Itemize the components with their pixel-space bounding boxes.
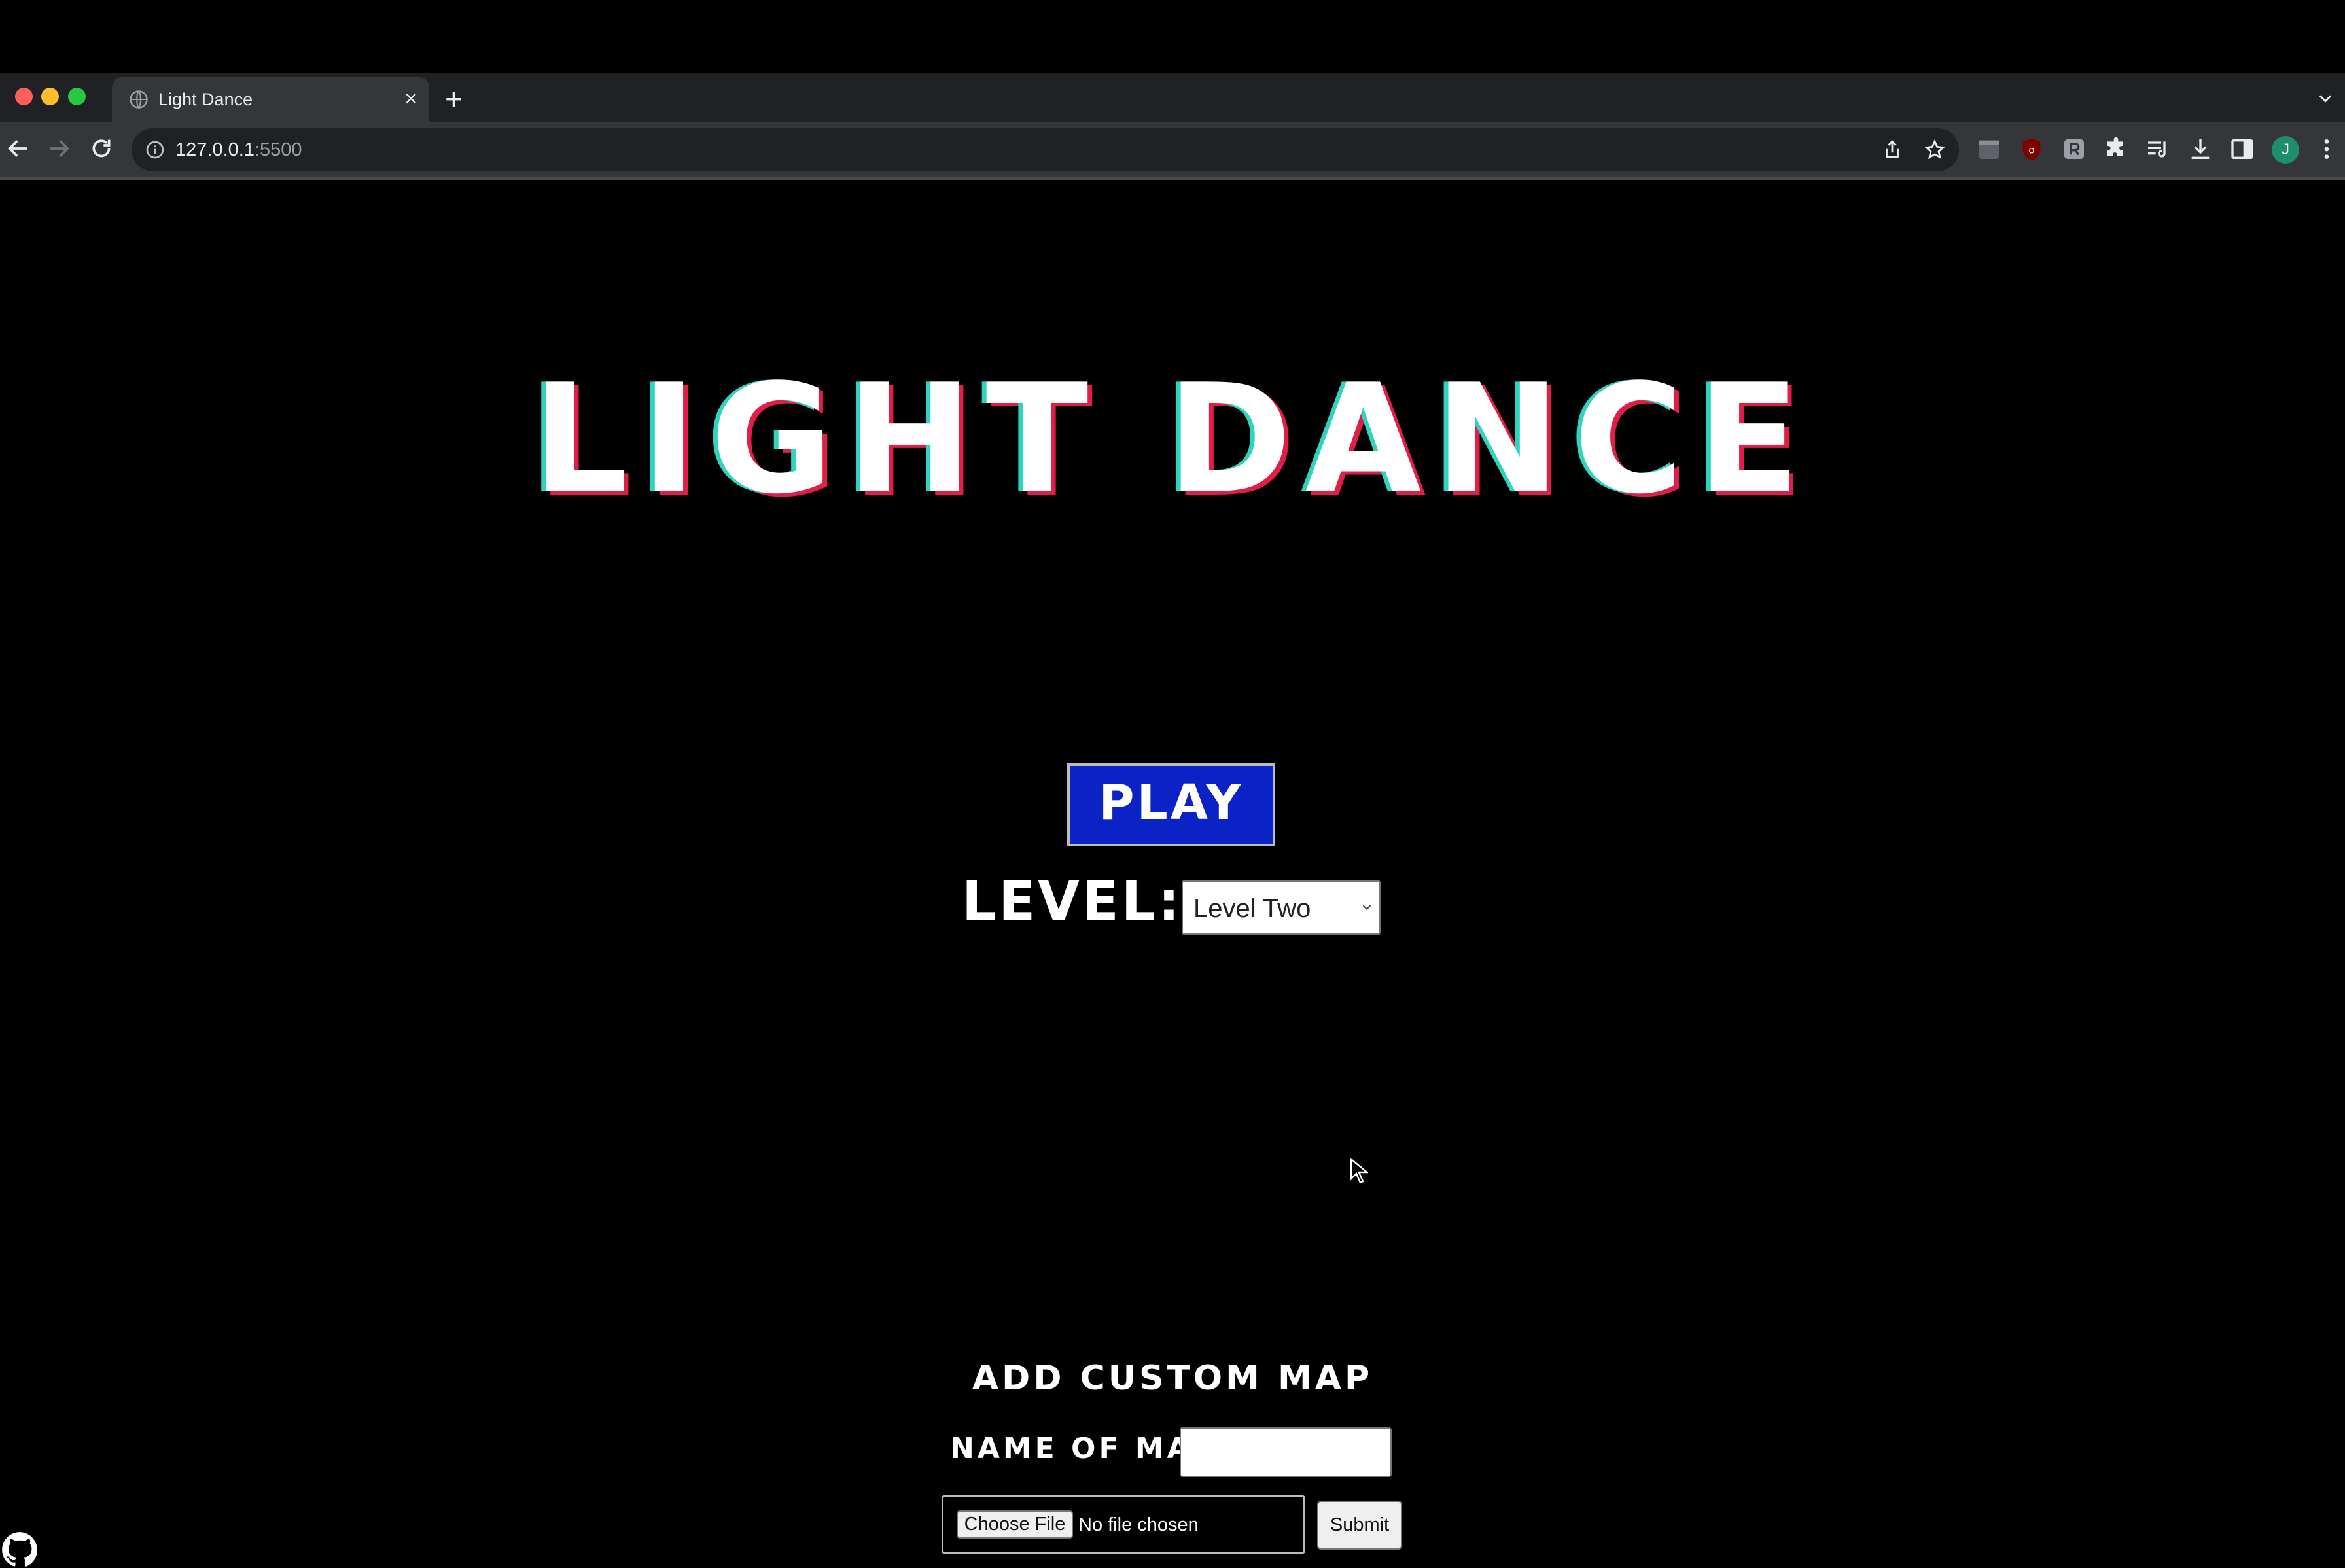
submit-button[interactable]: Submit: [1317, 1501, 1402, 1550]
screen-top-bar: [0, 0, 2345, 73]
close-window-button[interactable]: [15, 88, 33, 105]
no-file-text: No file chosen: [1078, 1514, 1199, 1535]
extension-ublock-icon[interactable]: o: [2019, 136, 2045, 162]
side-panel-icon[interactable]: [2229, 136, 2255, 162]
reload-icon[interactable]: [88, 135, 115, 162]
more-menu-icon[interactable]: [2314, 136, 2340, 162]
tab-search-chevron-icon[interactable]: [2316, 89, 2335, 107]
url-text: 127.0.0.1:5500: [175, 138, 302, 162]
zoom-window-button[interactable]: [68, 88, 86, 105]
tab-title: Light Dance: [158, 90, 253, 109]
file-input[interactable]: Choose File No file chosen: [942, 1495, 1305, 1554]
custom-map-heading: ADD CUSTOM MAP: [972, 1359, 1373, 1398]
level-select[interactable]: Level Two: [1182, 880, 1381, 935]
back-icon[interactable]: [5, 135, 31, 162]
choose-file-button[interactable]: Choose File: [957, 1510, 1073, 1539]
game-title: LIGHT DANCE: [532, 353, 1813, 527]
github-icon[interactable]: [1, 1531, 38, 1568]
level-label: LEVEL:: [962, 871, 1182, 933]
forward-icon[interactable]: [46, 135, 72, 162]
browser-toolbar: 127.0.0.1:5500 o J: [0, 122, 2345, 177]
new-tab-button[interactable]: +: [445, 82, 463, 115]
close-tab-icon[interactable]: ×: [404, 86, 417, 112]
extension-r-icon[interactable]: [2061, 136, 2087, 162]
info-icon[interactable]: [145, 139, 166, 160]
browser-tab-active[interactable]: Light Dance ×: [112, 77, 429, 122]
share-icon[interactable]: [1881, 139, 1903, 161]
url-port: :5500: [254, 139, 302, 160]
play-button[interactable]: PLAY: [1067, 763, 1275, 846]
minimize-window-button[interactable]: [41, 88, 59, 105]
address-bar[interactable]: 127.0.0.1:5500: [132, 128, 1959, 171]
mouse-cursor-icon: [1350, 1158, 1368, 1184]
page-content: LIGHT DANCE PLAY LEVEL: Level Two ADD CU…: [0, 180, 2345, 1567]
map-name-input[interactable]: [1180, 1427, 1392, 1477]
level-selected-value: Level Two: [1193, 894, 1311, 923]
download-icon[interactable]: [2187, 136, 2213, 162]
svg-text:o: o: [2028, 145, 2034, 156]
url-host: 127.0.0.1: [175, 139, 255, 160]
globe-icon: [130, 90, 148, 109]
extension-puzzle-icon[interactable]: [2103, 136, 2129, 162]
extension-calendar-icon[interactable]: [1976, 136, 2002, 162]
bookmark-star-icon[interactable]: [1924, 139, 1946, 161]
chevron-down-icon: [1362, 905, 1371, 911]
profile-avatar[interactable]: J: [2272, 136, 2299, 164]
media-queue-icon[interactable]: [2145, 136, 2171, 162]
